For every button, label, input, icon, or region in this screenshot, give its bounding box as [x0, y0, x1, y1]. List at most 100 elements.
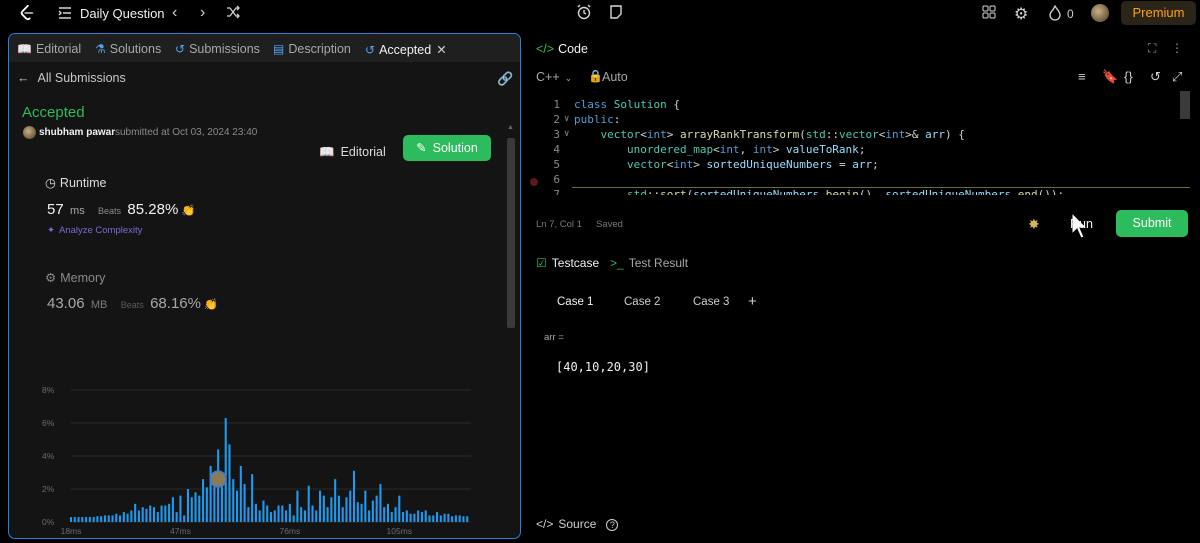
- distribution-bar[interactable]: [439, 515, 442, 522]
- tab-testcase[interactable]: ☑ Testcase: [536, 256, 599, 270]
- distribution-bar[interactable]: [262, 500, 265, 522]
- distribution-bar[interactable]: [103, 515, 106, 522]
- tab-test-result[interactable]: >_ Test Result: [610, 256, 688, 270]
- distribution-bar[interactable]: [266, 505, 269, 523]
- format-lines-icon[interactable]: ≡: [1078, 69, 1086, 84]
- distribution-bar[interactable]: [394, 507, 397, 522]
- distribution-bar[interactable]: [73, 517, 76, 522]
- distribution-bar[interactable]: [251, 474, 254, 522]
- distribution-bar[interactable]: [239, 465, 242, 522]
- distribution-bar[interactable]: [141, 507, 144, 522]
- distribution-bar[interactable]: [126, 513, 129, 522]
- tab-solutions[interactable]: ⚗ Solutions: [95, 42, 161, 56]
- distribution-bar[interactable]: [243, 484, 246, 522]
- case-tab-1[interactable]: Case 1: [557, 296, 593, 308]
- distribution-bar[interactable]: [269, 512, 273, 522]
- distribution-bar[interactable]: [436, 512, 439, 522]
- distribution-bar[interactable]: [300, 507, 303, 522]
- distribution-bar[interactable]: [183, 515, 186, 522]
- distribution-bar[interactable]: [273, 510, 276, 522]
- distribution-bar[interactable]: [281, 505, 284, 523]
- distribution-bar[interactable]: [137, 510, 140, 522]
- daily-question-label[interactable]: Daily Question: [80, 6, 165, 21]
- submit-button[interactable]: Submit: [1116, 210, 1188, 237]
- code-editor[interactable]: 1 class Solution { 2 ∨ public: 3 ∨ vector<in…: [526, 95, 1200, 195]
- distribution-bar[interactable]: [111, 515, 114, 522]
- distribution-bar[interactable]: [202, 479, 205, 522]
- input-value[interactable]: [40,10,20,30]: [556, 360, 650, 374]
- scrollbar-thumb[interactable]: [507, 138, 515, 328]
- distribution-bar[interactable]: [288, 503, 291, 522]
- editorial-button[interactable]: 📖 Editorial: [319, 145, 386, 160]
- distribution-bar[interactable]: [130, 510, 133, 522]
- distribution-bar[interactable]: [337, 495, 340, 522]
- solution-button[interactable]: ✎ Solution: [403, 135, 491, 161]
- distribution-bar[interactable]: [92, 517, 95, 522]
- expand-icon[interactable]: ⛶: [1148, 41, 1156, 56]
- add-case-button[interactable]: +: [748, 293, 757, 310]
- distribution-bar[interactable]: [100, 516, 103, 522]
- distribution-bar[interactable]: [232, 479, 235, 522]
- distribution-bar[interactable]: [220, 484, 223, 522]
- distribution-bar[interactable]: [398, 495, 401, 522]
- distribution-bar[interactable]: [277, 505, 280, 523]
- close-icon[interactable]: ✕: [436, 43, 446, 57]
- breakpoint-dot[interactable]: [530, 178, 538, 186]
- distribution-bar[interactable]: [152, 507, 156, 522]
- distribution-bar[interactable]: [88, 517, 91, 522]
- distribution-bar[interactable]: [292, 515, 295, 522]
- distribution-bar[interactable]: [424, 510, 427, 522]
- distribution-bar[interactable]: [413, 513, 416, 522]
- distribution-bar[interactable]: [81, 517, 84, 522]
- distribution-bar[interactable]: [156, 512, 159, 522]
- distribution-bar[interactable]: [319, 490, 322, 522]
- tab-editorial[interactable]: 📖 Editorial: [17, 42, 81, 56]
- distribution-bar[interactable]: [375, 495, 378, 522]
- distribution-bar[interactable]: [428, 515, 431, 522]
- distribution-bar[interactable]: [119, 515, 122, 522]
- distribution-bar[interactable]: [85, 517, 88, 522]
- distribution-bar[interactable]: [402, 512, 405, 522]
- tab-description[interactable]: ▤ Description: [273, 42, 351, 56]
- distribution-bar[interactable]: [454, 515, 457, 522]
- user-name[interactable]: shubham pawar: [39, 127, 115, 138]
- distribution-bar[interactable]: [168, 503, 171, 522]
- distribution-bar[interactable]: [205, 487, 208, 522]
- distribution-bar[interactable]: [360, 503, 363, 522]
- settings-gear-icon[interactable]: ⚙: [1014, 4, 1028, 24]
- distribution-bar[interactable]: [145, 508, 148, 522]
- run-button[interactable]: Run: [1070, 217, 1093, 231]
- distribution-bar[interactable]: [296, 490, 299, 522]
- bookmark-icon[interactable]: 🔖: [1102, 69, 1118, 85]
- all-submissions-link[interactable]: ← All Submissions: [17, 71, 126, 85]
- distribution-bar[interactable]: [334, 479, 337, 522]
- distribution-bar[interactable]: [417, 510, 420, 522]
- distribution-bar[interactable]: [285, 510, 288, 522]
- distribution-bar[interactable]: [432, 515, 435, 522]
- distribution-bar[interactable]: [247, 507, 250, 522]
- distribution-bar[interactable]: [315, 510, 318, 522]
- alarm-clock-icon[interactable]: [576, 4, 592, 20]
- fold-icon[interactable]: ∨: [564, 112, 569, 127]
- distribution-bar[interactable]: [409, 513, 412, 522]
- user-position-marker[interactable]: [209, 470, 227, 488]
- distribution-bar[interactable]: [458, 515, 461, 522]
- fold-icon[interactable]: ∨: [564, 127, 569, 142]
- distribution-bar[interactable]: [447, 513, 450, 522]
- distribution-bar[interactable]: [349, 490, 352, 522]
- distribution-bar[interactable]: [77, 517, 80, 522]
- distribution-bar[interactable]: [149, 505, 152, 523]
- distribution-bar[interactable]: [198, 495, 201, 522]
- analyze-complexity-link[interactable]: ✦ Analyze Complexity: [47, 225, 142, 236]
- distribution-bar[interactable]: [330, 497, 333, 522]
- distribution-bar[interactable]: [311, 505, 314, 523]
- distribution-bar[interactable]: [115, 513, 118, 522]
- link-icon[interactable]: 🔗: [497, 71, 513, 87]
- distribution-bar[interactable]: [236, 490, 239, 522]
- user-avatar[interactable]: [1091, 4, 1109, 22]
- distribution-bar[interactable]: [258, 510, 261, 522]
- braces-icon[interactable]: {}: [1124, 69, 1133, 84]
- distribution-bar[interactable]: [462, 516, 465, 522]
- problem-list-icon[interactable]: [58, 6, 72, 20]
- distribution-bar[interactable]: [345, 497, 348, 522]
